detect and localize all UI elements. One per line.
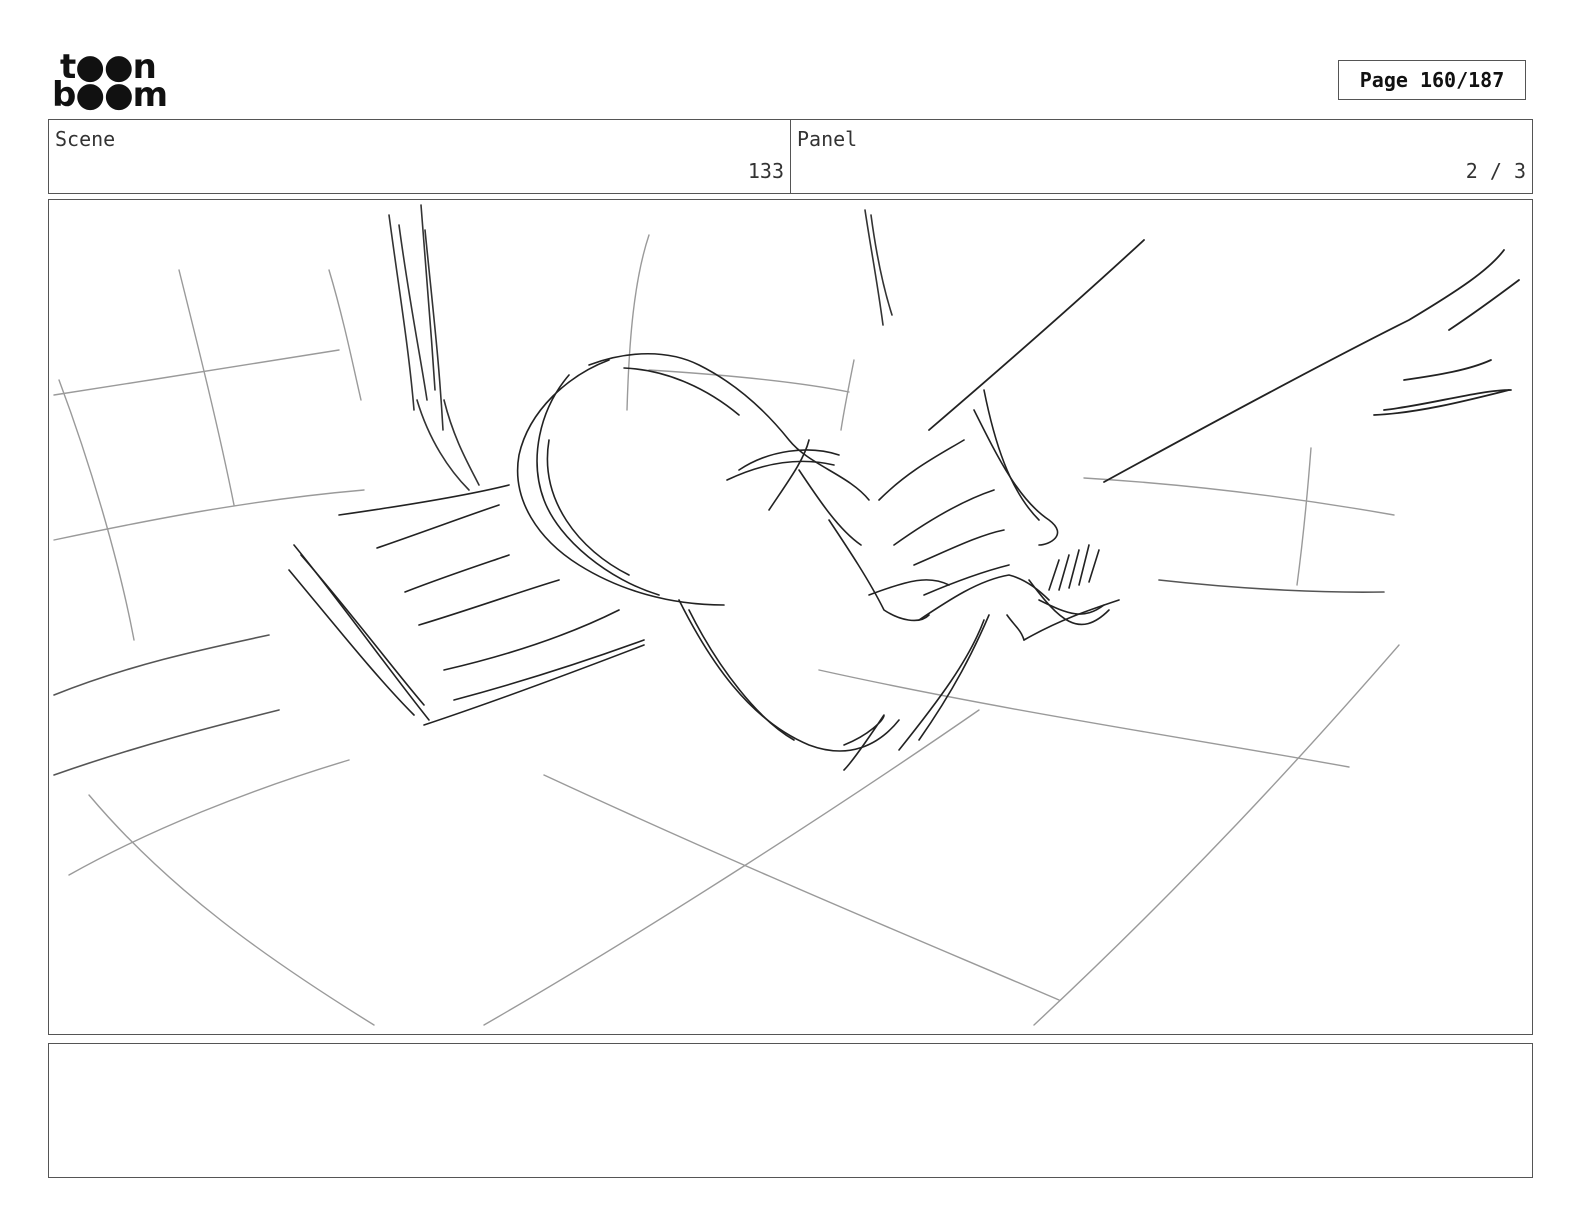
chair-legs	[388, 204, 893, 491]
storyboard-sketch	[53, 204, 1520, 1026]
panel-value: 2 / 3	[1465, 159, 1526, 183]
scene-cell: Scene 133	[49, 120, 790, 193]
storyboard-panel-image	[48, 199, 1533, 1035]
background-grid-lines	[53, 234, 1400, 1026]
scene-label: Scene	[55, 127, 116, 151]
toonboom-logo: t●●n b●●m	[52, 50, 168, 115]
panel-label: Panel	[797, 127, 858, 151]
broom-head-sketch	[878, 389, 1120, 641]
page-indicator: Page 160/187	[1338, 60, 1526, 100]
logo-bottom-line: b●●m	[52, 75, 168, 115]
broom-handle-sketch	[928, 239, 1520, 483]
panel-notes-box	[48, 1043, 1533, 1178]
scene-value: 133	[747, 159, 784, 183]
scene-panel-info-row: Scene 133 Panel 2 / 3	[48, 119, 1533, 194]
panel-cell: Panel 2 / 3	[790, 120, 1532, 193]
shoe-sketch	[516, 353, 990, 771]
papers-sketch	[288, 484, 645, 726]
ground-strokes	[53, 579, 1385, 776]
